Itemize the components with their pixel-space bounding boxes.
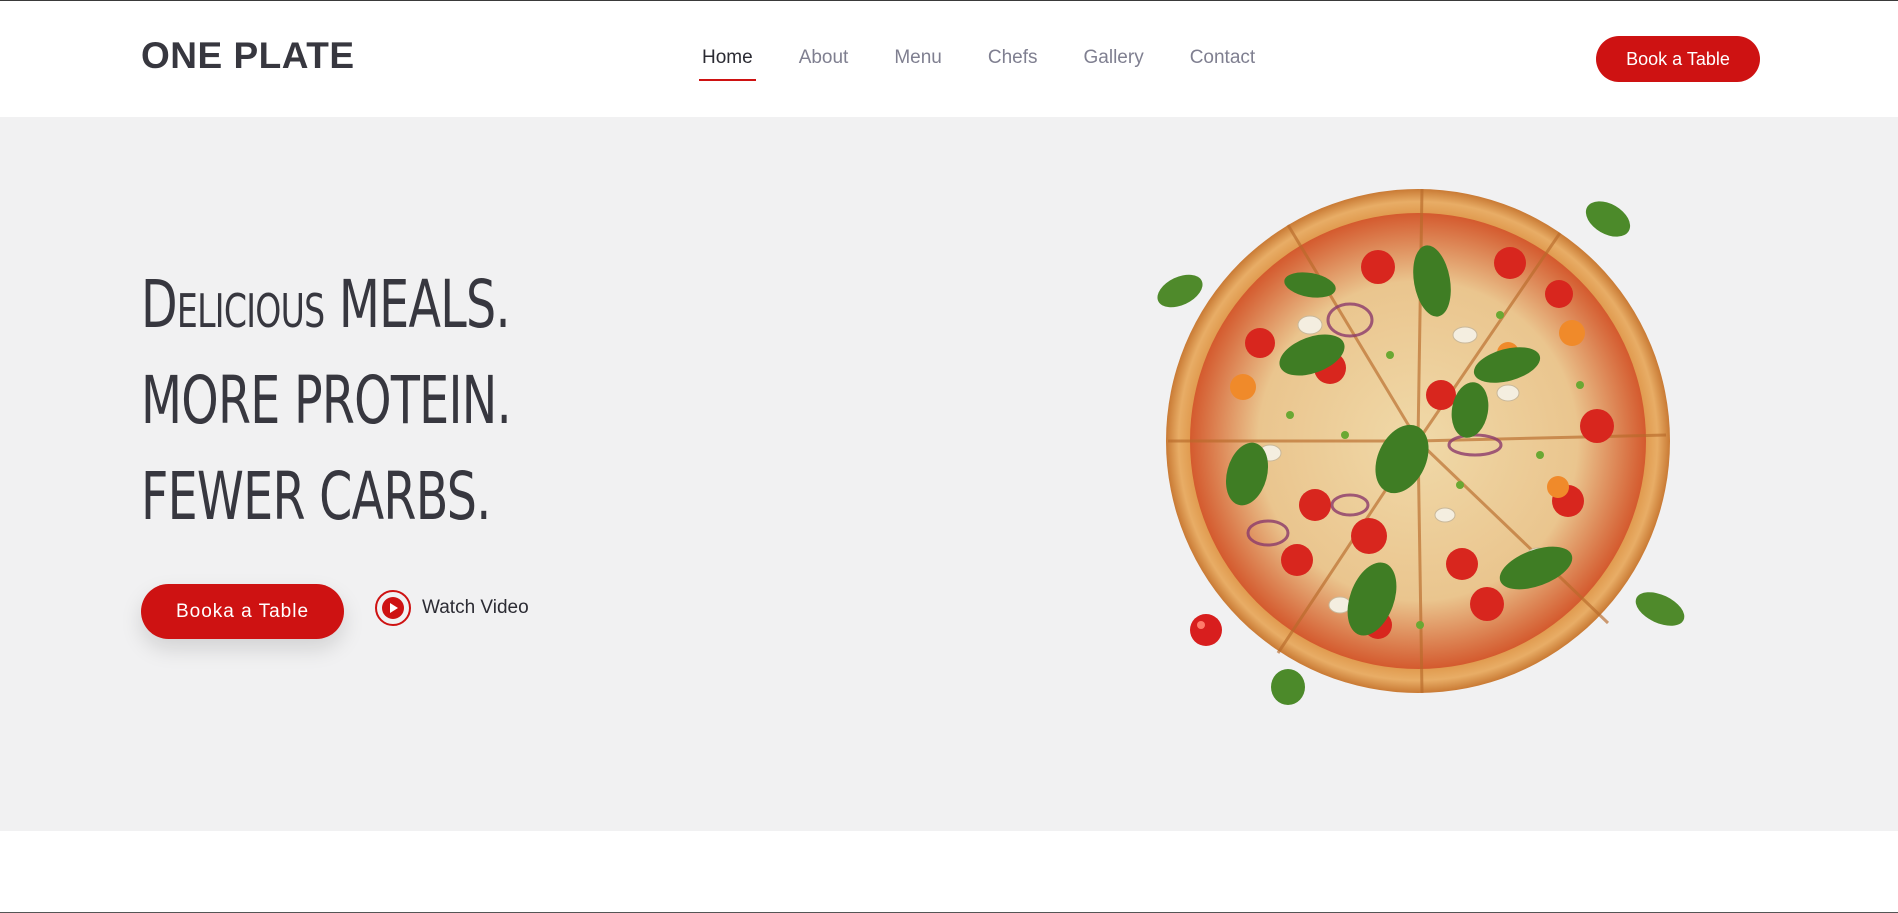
main-nav: Home About Menu Chefs Gallery Contact <box>699 45 1298 85</box>
site-header: ONE PLATE Home About Menu Chefs Gallery … <box>0 1 1898 117</box>
nav-link-menu[interactable]: Menu <box>891 45 945 81</box>
watch-video-label: Watch Video <box>422 597 529 618</box>
nav-link-gallery[interactable]: Gallery <box>1081 45 1147 81</box>
nav-link-about[interactable]: About <box>796 45 852 81</box>
book-table-hero-button[interactable]: Booka a Table <box>141 584 344 639</box>
nav-link-chefs[interactable]: Chefs <box>985 45 1041 81</box>
book-table-header-button[interactable]: Book a Table <box>1596 36 1760 82</box>
nav-link-contact[interactable]: Contact <box>1187 45 1258 81</box>
nav-item-home: Home <box>699 45 756 81</box>
nav-item-menu: Menu <box>891 45 945 81</box>
hero-headline: Delicious MEALS. MORE PROTEIN. FEWER CAR… <box>141 257 512 545</box>
brand-logo[interactable]: ONE PLATE <box>141 35 355 77</box>
nav-item-about: About <box>796 45 852 81</box>
hero-section: Delicious MEALS. MORE PROTEIN. FEWER CAR… <box>0 117 1898 831</box>
nav-link-home[interactable]: Home <box>699 45 756 81</box>
headline-line-3: FEWER CARBS. <box>141 458 491 535</box>
nav-item-contact: Contact <box>1187 45 1258 81</box>
headline-line-2: MORE PROTEIN. <box>141 362 512 439</box>
headline-line-1: Delicious MEALS. <box>141 266 511 343</box>
pizza-image <box>1157 188 1685 705</box>
nav-item-chefs: Chefs <box>985 45 1041 81</box>
play-icon[interactable] <box>375 590 411 626</box>
watch-video-link[interactable]: Watch Video <box>375 590 529 626</box>
nav-item-gallery: Gallery <box>1081 45 1147 81</box>
